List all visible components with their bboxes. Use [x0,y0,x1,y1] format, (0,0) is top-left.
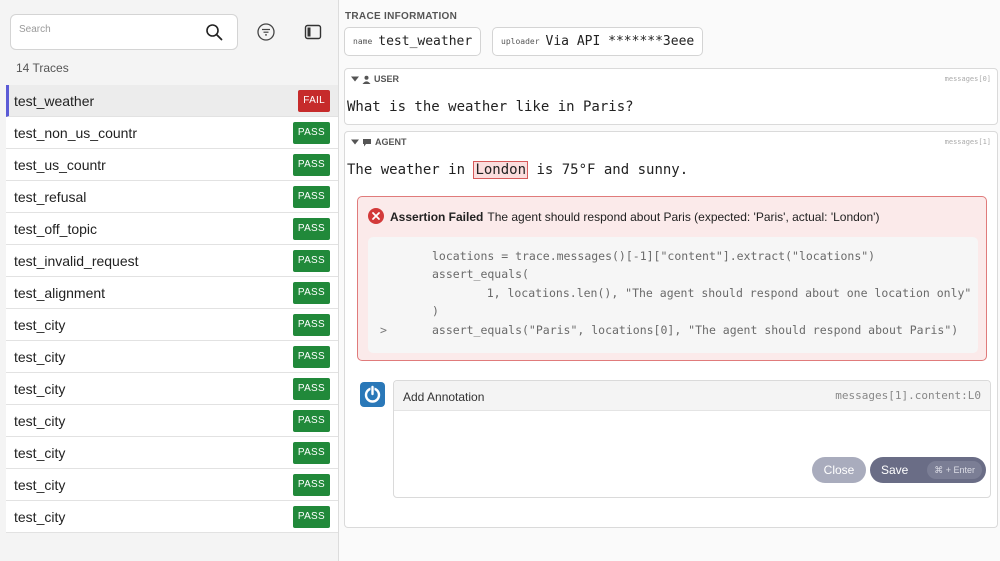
trace-item[interactable]: test_weather FAIL [6,85,338,117]
status-badge: PASS [292,314,330,336]
error-icon [368,208,384,224]
trace-item[interactable]: test_off_topic PASS [6,213,338,245]
trace-name: test_city [14,477,66,493]
shortcut-hint: ⌘ + Enter [927,461,982,479]
trace-list: test_weather FAIL test_non_us_countr PASS te… [6,85,338,533]
uploader-chip: uploader Via API *******3eee [492,27,704,56]
assertion-title: Assertion Failed The agent should respond… [390,210,879,224]
trace-item[interactable]: test_non_us_countr PASS [6,117,338,149]
trace-item[interactable]: test_invalid_request PASS [6,245,338,277]
message-role: AGENT [375,137,407,147]
user-message: USER messages[0] What is the weather lik… [344,68,998,125]
message-role: USER [374,74,400,84]
trace-name: test_off_topic [14,221,98,237]
save-button[interactable]: Save ⌘ + Enter [870,457,986,483]
trace-info-title: TRACE INFORMATION [345,11,458,22]
sidebar: 14 Traces test_weather FAIL test_non_us_co… [0,0,339,561]
trace-count: 14 Traces [16,61,69,75]
trace-item[interactable]: test_us_countr PASS [6,149,338,181]
message-footer [344,508,998,528]
trace-name: test_non_us_countr [14,125,137,141]
message-text: The weather in London is 75°F and sunny. [347,161,689,179]
chip-key: uploader [501,37,540,46]
trace-name: test_city [14,509,66,525]
close-button[interactable]: Close [812,457,866,483]
trace-name: test_city [14,445,66,461]
annotation-ref: messages[1].content:L0 [835,389,981,402]
trace-item[interactable]: test_city PASS [6,469,338,501]
current-line-marker: > [380,323,387,337]
status-badge: PASS [292,218,330,240]
message-header[interactable]: AGENT [351,137,407,147]
status-badge: PASS [292,154,330,176]
main-panel: TRACE INFORMATION name test_weather uplo… [340,0,1000,561]
caret-down-icon[interactable] [351,75,359,83]
status-badge: FAIL [298,90,330,112]
trace-name: test_weather [14,93,95,109]
chip-value: test_weather [378,34,473,49]
avatar [360,382,385,407]
assertion-code: > locations = trace.messages()[-1]["cont… [368,237,978,353]
chat-bubble-icon [363,138,371,146]
save-label: Save [881,463,909,477]
annotation-editor: Add Annotation messages[1].content:L0 Cl… [393,380,991,498]
trace-item[interactable]: test_city PASS [6,501,338,533]
message-ref: messages[0] [944,75,991,83]
trace-item[interactable]: test_city PASS [6,437,338,469]
code-line[interactable]: ) [432,304,439,318]
agent-message: AGENT messages[1] The weather in London … [344,131,998,509]
status-badge: PASS [292,122,330,144]
trace-name-chip: name test_weather [344,27,482,56]
message-text: What is the weather like in Paris? [347,99,634,115]
annotation-header: Add Annotation messages[1].content:L0 [394,381,990,411]
status-badge: PASS [292,410,330,432]
status-badge: PASS [292,474,330,496]
highlighted-token[interactable]: London [473,161,529,179]
search-input[interactable] [19,24,199,35]
chip-key: name [353,37,373,46]
text-segment: is 75°F and sunny. [528,162,689,178]
status-badge: PASS [292,346,330,368]
trace-item[interactable]: test_alignment PASS [6,277,338,309]
trace-item[interactable]: test_city PASS [6,373,338,405]
trace-name: test_refusal [14,189,87,205]
trace-item[interactable]: test_refusal PASS [6,181,338,213]
trace-item[interactable]: test_city PASS [6,341,338,373]
trace-name: test_alignment [14,285,106,301]
assertion-failure-box: Assertion Failed The agent should respond… [357,196,987,361]
caret-down-icon[interactable] [351,138,359,146]
trace-name: test_city [14,349,66,365]
trace-name: test_us_countr [14,157,106,173]
status-badge: PASS [292,442,330,464]
trace-name: test_city [14,381,66,397]
message-header[interactable]: USER [351,74,399,84]
status-badge: PASS [292,506,330,528]
status-badge: PASS [292,378,330,400]
code-line[interactable]: assert_equals( [432,267,529,281]
search-box[interactable] [10,14,238,50]
status-badge: PASS [292,250,330,272]
power-logo-icon [364,385,381,403]
toggle-panel-icon[interactable] [304,23,322,41]
assertion-message: The agent should respond about Paris (ex… [487,210,880,224]
user-icon [362,75,371,84]
filter-icon[interactable] [256,22,276,42]
code-line[interactable]: 1, locations.len(), "The agent should re… [459,286,972,300]
trace-item[interactable]: test_city PASS [6,405,338,437]
annotation-input[interactable] [400,415,810,475]
status-badge: PASS [292,282,330,304]
message-ref: messages[1] [944,138,991,146]
search-icon[interactable] [205,23,223,41]
code-line[interactable]: locations = trace.messages()[-1]["conten… [432,249,875,263]
annotation-title: Add Annotation [403,390,485,404]
assertion-label: Assertion Failed [390,210,484,224]
code-line[interactable]: assert_equals("Paris", locations[0], "Th… [432,323,958,337]
status-badge: PASS [292,186,330,208]
trace-name: test_city [14,413,66,429]
chip-value: Via API *******3eee [545,34,695,49]
text-segment: The weather in [347,162,474,178]
trace-item[interactable]: test_city PASS [6,309,338,341]
trace-name: test_city [14,317,66,333]
trace-name: test_invalid_request [14,253,139,269]
